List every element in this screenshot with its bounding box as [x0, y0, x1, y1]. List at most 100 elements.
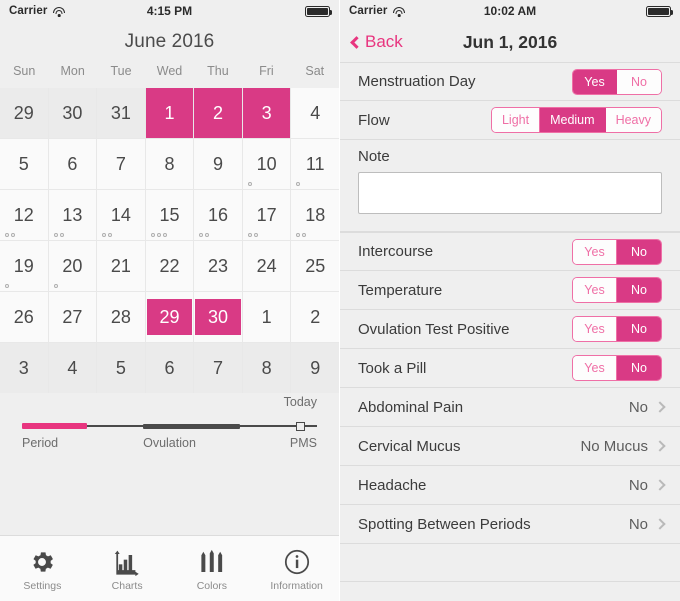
segment-option-no[interactable]: No [617, 278, 661, 302]
segment-option-yes[interactable]: Yes [573, 356, 617, 380]
calendar-day-cell[interactable]: 14 [97, 190, 145, 240]
calendar-day-cell[interactable]: 9 [291, 343, 339, 393]
calendar-day-cell[interactable]: 21 [97, 241, 145, 291]
segment-option-no[interactable]: No [617, 356, 661, 380]
segment-option-no[interactable]: No [617, 240, 661, 264]
battery-full-icon [646, 6, 671, 17]
tab-settings[interactable]: Settings [0, 546, 85, 592]
calendar-day-cell[interactable]: 19 [0, 241, 48, 291]
day-marker-dots [199, 233, 209, 237]
form-row-abdominal-pain[interactable]: Abdominal PainNo [340, 388, 680, 427]
wifi-icon [392, 6, 405, 17]
calendar-day-cell[interactable]: 18 [291, 190, 339, 240]
detail-form: Menstruation DayYesNoFlowLightMediumHeav… [340, 62, 680, 582]
marker-dot [54, 233, 58, 237]
segment-option-yes[interactable]: Yes [573, 317, 617, 341]
calendar-day-cell[interactable]: 24 [243, 241, 291, 291]
calendar-day-cell[interactable]: 27 [49, 292, 97, 342]
form-row-headache[interactable]: HeadacheNo [340, 466, 680, 505]
calendar-day-cell[interactable]: 26 [0, 292, 48, 342]
tab-charts[interactable]: Charts [85, 546, 170, 592]
calendar-day-cell[interactable]: 28 [97, 292, 145, 342]
calendar-day-cell[interactable]: 3 [0, 343, 48, 393]
timeline-track[interactable] [22, 423, 317, 429]
calendar-day-cell[interactable]: 22 [146, 241, 194, 291]
calendar-day-number: 1 [262, 308, 272, 326]
calendar-day-cell[interactable]: 17 [243, 190, 291, 240]
segment-option-heavy[interactable]: Heavy [606, 108, 661, 132]
calendar-day-cell[interactable]: 7 [194, 343, 242, 393]
row-label: Temperature [358, 282, 442, 299]
weekday-sun: Sun [0, 64, 48, 78]
calendar-day-number: 5 [116, 359, 126, 377]
calendar-day-number: 23 [208, 257, 228, 275]
today-label: Today [284, 395, 317, 409]
day-marker-dots [102, 233, 112, 237]
form-row-spotting-between-periods[interactable]: Spotting Between PeriodsNo [340, 505, 680, 544]
segment-option-yes[interactable]: Yes [573, 278, 617, 302]
calendar-day-cell[interactable]: 2 [291, 292, 339, 342]
wifi-icon [52, 6, 65, 17]
calendar-day-number: 27 [62, 308, 82, 326]
segment-option-yes[interactable]: Yes [573, 240, 617, 264]
calendar-day-cell[interactable]: 13 [49, 190, 97, 240]
tab-information[interactable]: Information [254, 546, 339, 592]
calendar-day-cell[interactable]: 31 [97, 88, 145, 138]
segment-option-no[interactable]: No [617, 70, 661, 94]
calendar-day-cell[interactable]: 3 [243, 88, 291, 138]
segment-option-medium[interactable]: Medium [540, 108, 605, 132]
calendar-day-cell[interactable]: 4 [291, 88, 339, 138]
segment-option-light[interactable]: Light [492, 108, 540, 132]
note-input[interactable] [358, 172, 662, 214]
calendar-day-cell[interactable]: 5 [97, 343, 145, 393]
calendar-day-cell[interactable]: 29 [0, 88, 48, 138]
calendar-day-cell[interactable]: 2 [194, 88, 242, 138]
calendar-day-number: 25 [305, 257, 325, 275]
marker-dot [60, 233, 64, 237]
chevron-right-icon [654, 401, 665, 412]
calendar-day-cell[interactable]: 11 [291, 139, 339, 189]
timeline-today-marker[interactable] [296, 422, 305, 431]
calendar-day-cell[interactable]: 12 [0, 190, 48, 240]
calendar-day-cell[interactable]: 29 [146, 292, 194, 342]
form-row-cervical-mucus[interactable]: Cervical MucusNo Mucus [340, 427, 680, 466]
calendar-day-cell[interactable]: 10 [243, 139, 291, 189]
note-block: Note [340, 140, 680, 232]
calendar-day-number: 20 [62, 257, 82, 275]
calendar-day-cell[interactable]: 15 [146, 190, 194, 240]
calendar-day-number: 12 [14, 206, 34, 224]
calendar-day-cell[interactable]: 1 [243, 292, 291, 342]
calendar-day-cell[interactable]: 7 [97, 139, 145, 189]
pencils-icon [198, 546, 226, 576]
segment-option-no[interactable]: No [617, 317, 661, 341]
marker-dot [254, 233, 258, 237]
marker-dot [5, 233, 9, 237]
gear-icon [28, 546, 56, 576]
calendar-day-cell[interactable]: 25 [291, 241, 339, 291]
calendar-day-cell[interactable]: 5 [0, 139, 48, 189]
calendar-day-cell[interactable]: 1 [146, 88, 194, 138]
tab-colors[interactable]: Colors [170, 546, 255, 592]
back-button[interactable]: Back [352, 32, 403, 52]
segment-option-yes[interactable]: Yes [573, 70, 617, 94]
calendar-day-cell[interactable]: 8 [243, 343, 291, 393]
calendar-day-cell[interactable]: 20 [49, 241, 97, 291]
calendar-day-cell[interactable]: 30 [194, 292, 242, 342]
calendar-day-number: 31 [111, 104, 131, 122]
row-label: Took a Pill [358, 360, 426, 377]
calendar-day-number: 5 [19, 155, 29, 173]
marker-dot [248, 233, 252, 237]
calendar-day-cell[interactable]: 8 [146, 139, 194, 189]
row-value: No [629, 516, 648, 533]
timeline-period-segment [22, 423, 87, 429]
calendar-day-cell[interactable]: 6 [146, 343, 194, 393]
calendar-day-cell[interactable]: 6 [49, 139, 97, 189]
calendar-day-cell[interactable]: 30 [49, 88, 97, 138]
calendar-day-number: 7 [213, 359, 223, 377]
calendar-day-cell[interactable]: 23 [194, 241, 242, 291]
calendar-day-cell[interactable]: 16 [194, 190, 242, 240]
calendar-day-number: 4 [310, 104, 320, 122]
chevron-left-icon [350, 36, 363, 49]
calendar-day-cell[interactable]: 4 [49, 343, 97, 393]
calendar-day-cell[interactable]: 9 [194, 139, 242, 189]
